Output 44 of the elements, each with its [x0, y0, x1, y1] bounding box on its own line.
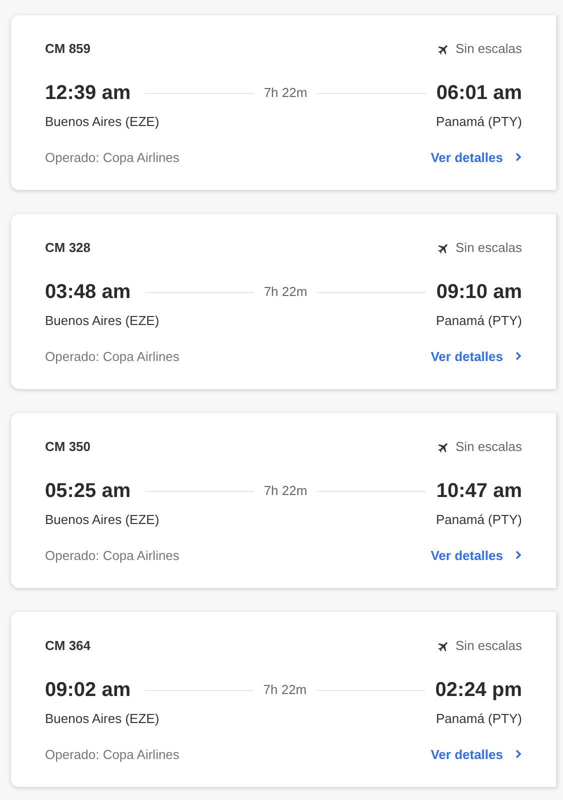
operator-label: Operado: Copa Airlines [45, 148, 180, 167]
origin-city: Buenos Aires (EZE) [45, 113, 160, 131]
stops-label: Sin escalas [456, 239, 522, 258]
flight-duration: 7h 22m [264, 482, 308, 500]
details-link[interactable]: Ver detalles [430, 546, 522, 565]
airplane-icon [436, 640, 450, 652]
arrival-time: 10:47 am [436, 479, 522, 504]
stops-label: Sin escalas [456, 438, 522, 456]
arrival-time: 02:24 pm [435, 678, 522, 703]
flight-duration: 7h 22m [264, 283, 308, 302]
chevron-right-icon [515, 152, 522, 162]
airplane-icon [436, 42, 450, 56]
details-link[interactable]: Ver detalles [430, 148, 522, 167]
operator-label: Operado: Copa Airlines [45, 348, 180, 366]
departure-time: 09:02 am [45, 678, 131, 703]
origin-city: Buenos Aires (EZE) [45, 710, 160, 728]
departure-time: 03:48 am [45, 280, 131, 305]
flight-number: CM 328 [45, 239, 91, 258]
airplane-icon [436, 440, 450, 454]
chevron-right-icon [515, 351, 522, 362]
flight-number: CM 859 [45, 40, 91, 58]
arrival-time: 09:10 am [436, 280, 522, 305]
destination-city: Panamá (PTY) [436, 113, 522, 131]
destination-city: Panamá (PTY) [436, 312, 522, 330]
destination-city: Panamá (PTY) [436, 710, 522, 728]
chevron-right-icon [515, 550, 522, 560]
departure-time: 05:25 am [45, 479, 131, 504]
operator-label: Operado: Copa Airlines [45, 546, 180, 565]
airplane-icon [436, 242, 450, 254]
origin-city: Buenos Aires (EZE) [45, 511, 160, 529]
chevron-right-icon [515, 749, 522, 760]
stops-label: Sin escalas [456, 637, 522, 656]
flight-number: CM 350 [45, 438, 91, 456]
departure-time: 12:39 am [45, 81, 131, 106]
operator-label: Operado: Copa Airlines [45, 746, 180, 764]
details-link[interactable]: Ver detalles [430, 744, 522, 764]
destination-city: Panamá (PTY) [436, 511, 522, 529]
origin-city: Buenos Aires (EZE) [45, 312, 160, 330]
flight-duration: 7h 22m [264, 84, 308, 102]
flight-number: CM 364 [45, 637, 91, 656]
details-link[interactable]: Ver detalles [430, 346, 522, 366]
stops-label: Sin escalas [456, 40, 522, 58]
flight-duration: 7h 22m [263, 681, 307, 700]
arrival-time: 06:01 am [436, 81, 522, 106]
